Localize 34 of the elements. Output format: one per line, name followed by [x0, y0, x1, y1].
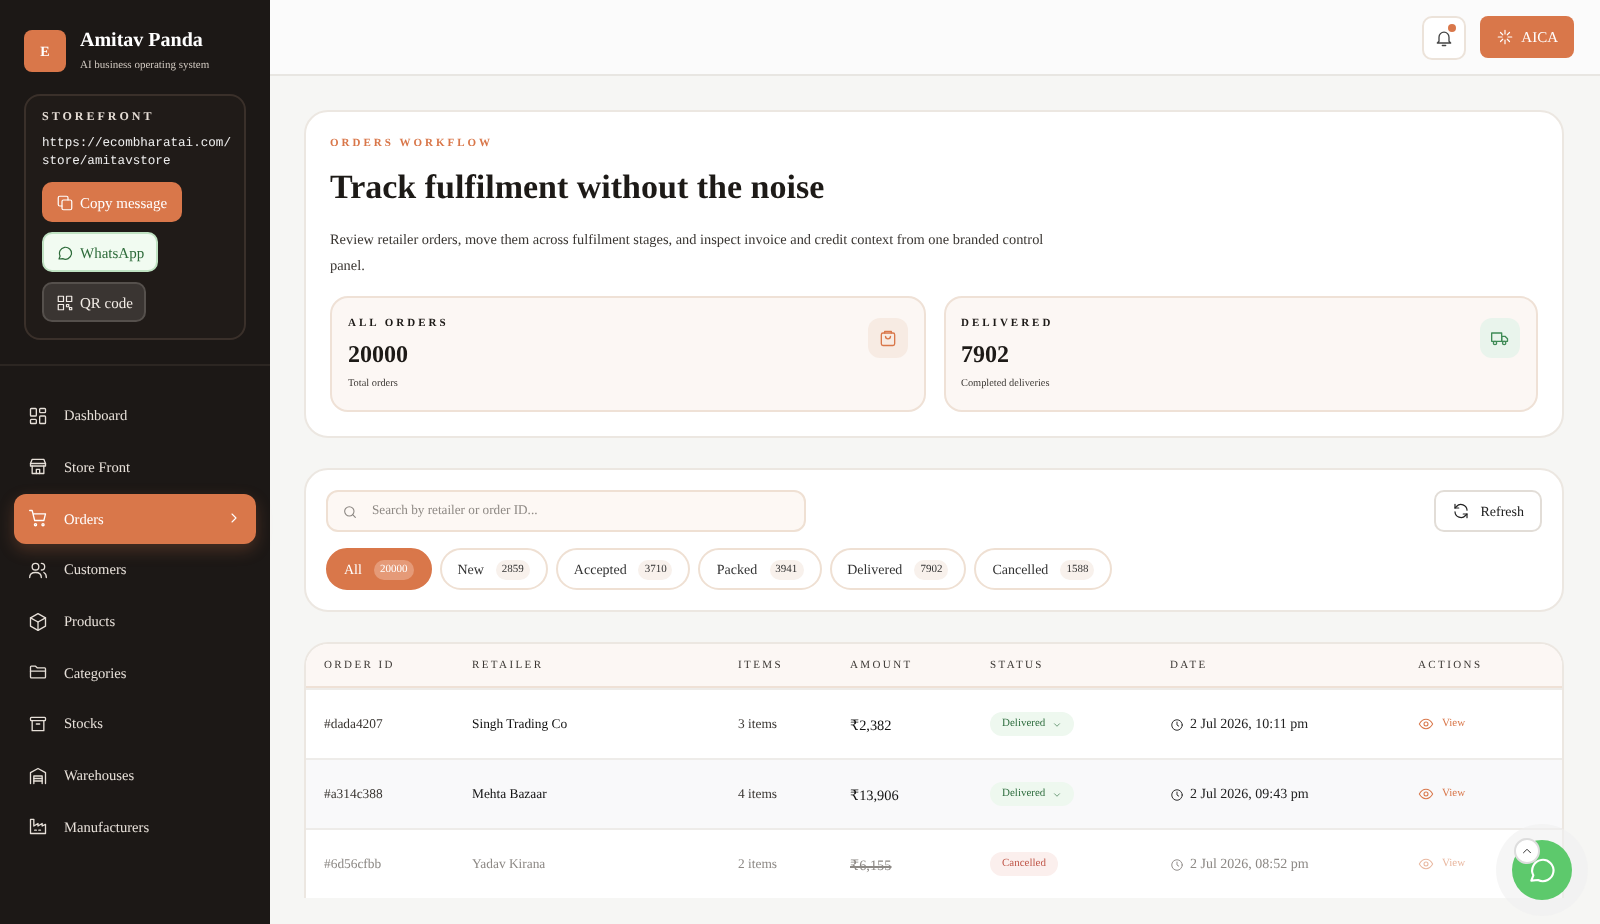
truck-icon: [1490, 328, 1510, 348]
archive-box-icon: [28, 713, 48, 734]
folder-icon: [28, 662, 48, 683]
eye-icon: [1418, 786, 1434, 802]
chevron-up-icon: [1520, 844, 1534, 858]
chat-bubble-icon: [1526, 854, 1558, 886]
stat-value: 20000: [348, 340, 410, 370]
users-icon: [28, 559, 48, 580]
eye-icon: [1418, 856, 1434, 872]
factory-icon: [28, 816, 48, 837]
notification-button[interactable]: [1421, 15, 1466, 59]
bell-icon: [1433, 27, 1454, 47]
refresh-icon: [1452, 502, 1471, 520]
clock-icon: [1170, 857, 1184, 871]
sparkle-icon: [1495, 28, 1514, 46]
copy-icon: [56, 193, 74, 212]
bag-icon: [877, 328, 897, 348]
grid-icon: [28, 405, 48, 426]
stat-value: 7902: [961, 340, 1011, 370]
chevron-icon: [226, 510, 242, 527]
qr-code-icon: [56, 293, 74, 312]
caret-icon: [1051, 719, 1062, 729]
search-icon: [342, 503, 358, 519]
store-icon: [28, 456, 48, 477]
eye-icon: [1418, 716, 1434, 732]
clock-icon: [1170, 717, 1184, 731]
chat-bubble-icon: [56, 243, 74, 262]
cart-icon: [28, 508, 48, 529]
clock-icon: [1170, 787, 1184, 801]
page-title: Track fulfilment without the noise: [330, 168, 827, 208]
cube-icon: [28, 611, 48, 631]
brand-name: Amitav Panda: [80, 30, 205, 52]
warehouse-icon: [28, 765, 48, 786]
caret-icon: [1051, 789, 1062, 799]
